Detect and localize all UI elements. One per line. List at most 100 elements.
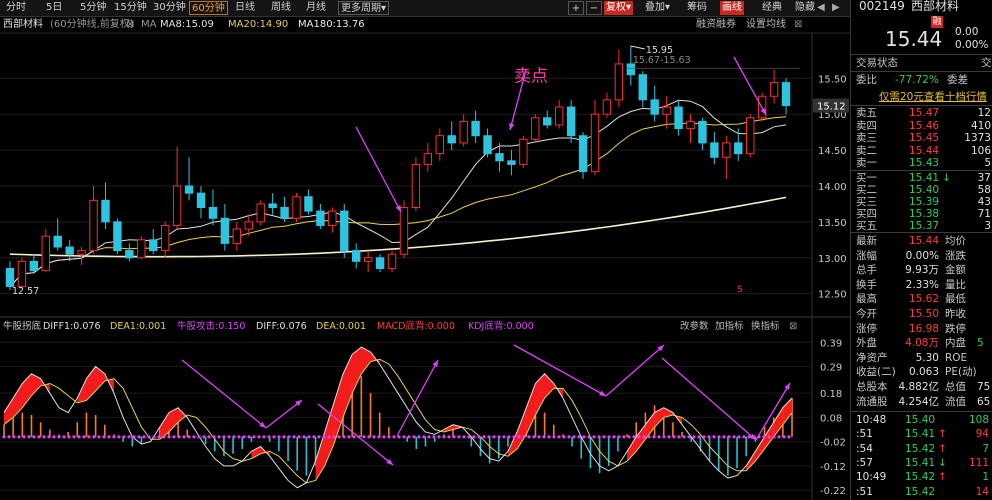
stat-value: 16.98 — [908, 322, 939, 335]
attack-dot — [507, 435, 511, 439]
price-annotations: 15.9515.67-15.6312.57卖点S — [12, 45, 800, 297]
attack-dot — [567, 435, 571, 439]
attack-dot — [92, 435, 96, 439]
stat-value: 4.08万 — [905, 337, 939, 350]
stat-label: 净资产 — [856, 351, 888, 364]
attack-dot — [712, 435, 716, 439]
candle-body — [208, 207, 218, 219]
bid-label: 买四 — [856, 208, 877, 220]
ask-price: 15.46 — [909, 119, 940, 132]
chart-area: 12.5013.0013.5014.0014.5015.0015.5015.12… — [0, 32, 850, 500]
attack-dot — [312, 435, 316, 439]
price-tick-label: 12.50 — [818, 290, 847, 301]
stock-code: 002149 — [859, 0, 905, 13]
candle-body — [280, 207, 289, 219]
stat-label-2: 跌停 — [945, 322, 966, 335]
ma8-polyline — [9, 99, 787, 287]
tick-price: 15.41 — [905, 428, 936, 441]
indicator-title: 牛股拐底 — [3, 320, 42, 332]
attack-dot — [292, 435, 296, 439]
switch-indicator-button[interactable]: 换指标 — [751, 320, 780, 332]
attack-dot — [662, 435, 666, 439]
candle-body — [328, 210, 337, 226]
attack-dot — [192, 435, 196, 439]
candle-body — [698, 120, 707, 144]
candle-body — [602, 99, 612, 115]
stat-label: 最高 — [856, 293, 877, 306]
attack-dot — [562, 435, 566, 439]
bid-volume: 58 — [977, 184, 991, 196]
price-tick-label: 13.50 — [818, 218, 847, 229]
price-y-axis: 12.5013.0013.5014.0014.5015.0015.5015.12 — [0, 74, 849, 301]
attack-dot — [512, 435, 516, 439]
attack-dot — [527, 435, 531, 439]
indicator-tick-label: -0.02 — [820, 438, 846, 449]
close-icon[interactable]: ⊠ — [789, 321, 797, 332]
candle-body — [531, 117, 540, 140]
attack-dot — [597, 435, 601, 439]
candle-body — [746, 117, 755, 155]
candle-body — [149, 239, 158, 252]
attack-dot — [447, 435, 451, 439]
candle-body — [340, 210, 349, 252]
price-tick-label: 14.50 — [818, 146, 847, 157]
stat-value: 0.00% — [905, 249, 939, 262]
candle-body — [710, 142, 719, 158]
stat-value: 15.50 — [908, 308, 939, 320]
attack-dot — [547, 435, 551, 439]
indicator-tick-label: 0.18 — [820, 389, 842, 400]
tick-volume: 1 — [982, 471, 989, 484]
candle-body — [256, 203, 265, 223]
stat-value: 4.254亿 — [898, 395, 939, 408]
edit-params-button[interactable]: 改参数 — [680, 320, 709, 332]
price-tick-label: 13.00 — [818, 254, 847, 265]
tick-time: :54 — [856, 442, 873, 455]
candle-body — [554, 106, 564, 126]
bid-label: 买二 — [856, 184, 877, 196]
attack-dot — [622, 435, 626, 439]
level2-promo-link[interactable]: 仅需20元查看十档行情 — [879, 91, 987, 103]
attack-dot — [42, 435, 46, 439]
add-indicator-button[interactable]: 加指标 — [715, 320, 744, 332]
attack-dot — [462, 435, 466, 439]
attack-dot — [327, 435, 331, 439]
legend-macd-div: MACD底背:0.000 — [377, 320, 455, 332]
attack-dot — [737, 435, 741, 439]
candle-body — [232, 228, 242, 244]
tick-volume: 14 — [975, 485, 989, 498]
stat-label-2: 均价 — [945, 235, 966, 247]
high-pointer — [630, 45, 645, 50]
attack-dot — [552, 435, 556, 439]
bid-label: 买三 — [856, 196, 877, 208]
candle-body — [590, 113, 600, 173]
attack-dot — [47, 435, 51, 439]
attack-dot — [657, 435, 661, 439]
weibi-label: 委比 — [856, 74, 877, 86]
attack-dot — [122, 435, 126, 439]
attack-dot — [592, 435, 596, 439]
attack-dot — [207, 435, 211, 439]
attack-dot — [177, 435, 181, 439]
stat-value-2: 65 — [977, 395, 991, 408]
candle-body — [292, 196, 301, 219]
stat-label-2: 昨收 — [945, 308, 966, 320]
tick-volume: 94 — [975, 428, 989, 441]
attack-dot — [437, 435, 441, 439]
current-price-label: 15.12 — [817, 102, 846, 113]
attack-dot — [642, 435, 646, 439]
weicha-label: 委差 — [947, 74, 968, 86]
price-tick-label: 14.00 — [818, 182, 847, 193]
attack-dot — [427, 435, 431, 439]
tick-volume: 7 — [982, 442, 989, 455]
attack-dot — [767, 435, 771, 439]
stat-value-2: 5 — [977, 337, 984, 350]
attack-dot — [147, 435, 151, 439]
arrow-down-icon: ↓ — [942, 172, 951, 184]
ask-label: 卖一 — [856, 157, 877, 170]
ask-label: 卖五 — [856, 107, 877, 119]
candle-body — [578, 135, 588, 173]
stat-label: 涨停 — [856, 322, 877, 335]
candle-body — [566, 106, 576, 137]
price-arrow-1 — [355, 126, 402, 213]
attack-dot — [362, 435, 366, 439]
